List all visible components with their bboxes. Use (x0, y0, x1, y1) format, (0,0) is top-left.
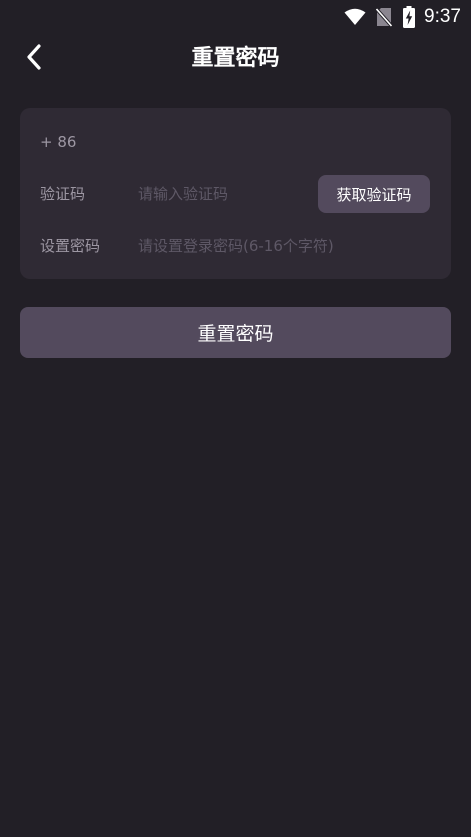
password-label: 设置密码 (40, 237, 101, 255)
reset-password-form: + 86 验证码 获取验证码 设置密码 (20, 108, 451, 279)
reset-password-button[interactable]: 重置密码 (20, 307, 451, 358)
status-time: 9:37 (424, 6, 461, 27)
country-code-label: + 86 (40, 133, 77, 151)
header: 重置密码 (0, 34, 471, 84)
status-bar: 9:37 (0, 0, 471, 34)
code-row: 验证码 获取验证码 (20, 174, 451, 214)
password-input[interactable] (138, 226, 428, 266)
page-title: 重置密码 (191, 46, 280, 71)
wifi-icon (344, 8, 366, 26)
battery-charging-icon (403, 6, 416, 28)
code-label: 验证码 (40, 185, 86, 203)
password-row: 设置密码 (20, 226, 451, 266)
phone-row: + 86 (20, 122, 451, 162)
status-icons: 9:37 (344, 5, 461, 29)
phone-input[interactable] (170, 122, 420, 162)
get-code-button[interactable]: 获取验证码 (318, 175, 430, 213)
code-input[interactable] (138, 174, 308, 214)
no-sim-icon (376, 7, 393, 27)
